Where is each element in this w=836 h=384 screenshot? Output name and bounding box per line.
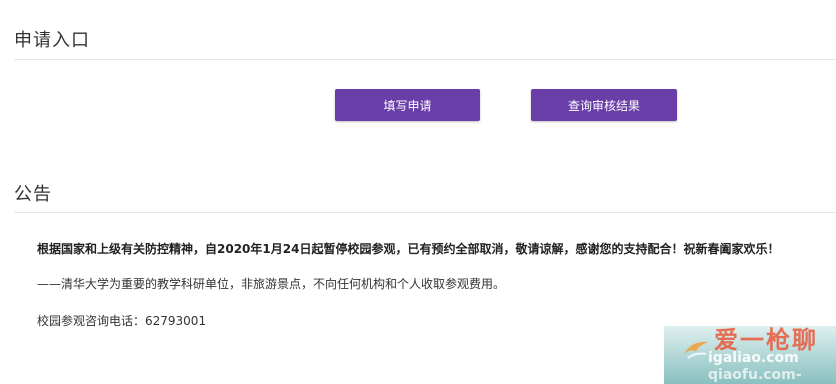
watermark-brand: 爱一枪聊 [714, 326, 818, 354]
bird-icon [684, 341, 708, 359]
notice-line-phone: 校园参观咨询电话：62793001 [37, 314, 207, 328]
apply-section-divider [14, 59, 836, 60]
check-review-result-button[interactable]: 查询审核结果 [531, 89, 677, 121]
page: 申请入口 填写申请 查询审核结果 公告 根据国家和上级有关防控精神，自2020年… [0, 0, 836, 384]
notice-line-no-fee: ——清华大学为重要的教学科研单位，非旅游景点，不向任何机构和个人收取参观费用。 [37, 277, 506, 291]
apply-section-title: 申请入口 [14, 30, 90, 51]
watermark-subdomain: qiaofu.com- [708, 367, 802, 383]
notice-section-divider [14, 212, 836, 213]
watermark-background [664, 326, 836, 384]
notice-line-suspension: 根据国家和上级有关防控精神，自2020年1月24日起暂停校园参观，已有预约全部取… [37, 242, 780, 256]
fill-application-button[interactable]: 填写申请 [335, 89, 480, 121]
watermark-domain: igaliao.com [708, 350, 799, 366]
watermark-logo: 爱一枪聊 igaliao.com qiaofu.com- [664, 320, 836, 384]
notice-section-title: 公告 [14, 184, 52, 205]
